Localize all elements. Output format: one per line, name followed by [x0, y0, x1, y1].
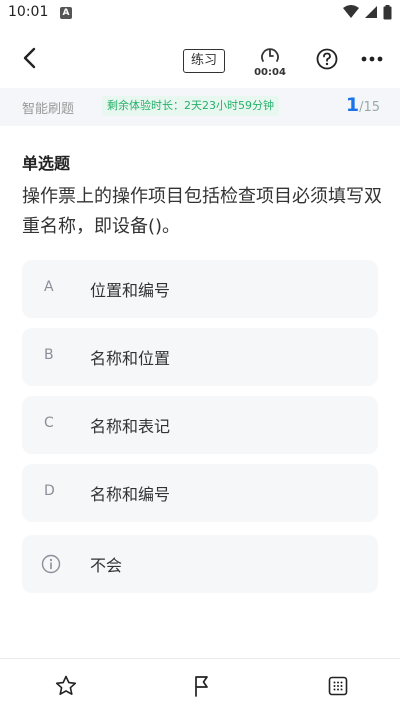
dont-know-option[interactable]: 不会 — [22, 535, 378, 593]
option-b[interactable]: B 名称和位置 — [22, 328, 378, 386]
more-button[interactable] — [360, 51, 384, 67]
header: 练习 00:04 — [0, 28, 400, 88]
option-d[interactable]: D 名称和编号 — [22, 464, 378, 522]
help-button[interactable] — [315, 47, 339, 71]
question-progress: 1/15 — [346, 94, 380, 116]
option-letter: C — [44, 415, 54, 431]
status-time: 10:01 — [8, 4, 49, 20]
total-questions: /15 — [359, 100, 380, 115]
mode-label: 智能刷题 — [22, 102, 75, 117]
back-button[interactable] — [14, 42, 46, 74]
option-letter: D — [44, 483, 55, 499]
timer-icon — [261, 48, 279, 62]
option-letter: B — [44, 347, 54, 363]
status-icons — [342, 5, 392, 21]
app-notification-icon: A — [60, 7, 72, 19]
wifi-icon — [342, 5, 359, 18]
back-arrow-icon — [23, 47, 36, 69]
timer[interactable]: 00:04 — [252, 45, 288, 79]
answer-sheet-icon — [328, 676, 348, 696]
answer-sheet-button[interactable] — [326, 674, 350, 698]
signal-icon — [364, 6, 377, 18]
option-text: 位置和编号 — [90, 281, 171, 300]
trial-time-badge: 剩余体验时长：2天23小时59分钟 — [102, 96, 279, 116]
info-bar: 智能刷题 剩余体验时长：2天23小时59分钟 1/15 — [0, 88, 400, 126]
bottom-toolbar — [0, 658, 400, 713]
question-text: 操作票上的操作项目包括检查项目必须填写双重名称，即设备()。 — [22, 186, 382, 237]
question-icon — [316, 48, 338, 70]
info-circle-icon — [41, 554, 61, 574]
option-c[interactable]: C 名称和表记 — [22, 396, 378, 454]
flag-icon — [195, 676, 208, 697]
star-icon — [55, 675, 77, 695]
favorite-button[interactable] — [54, 674, 78, 698]
status-bar: 10:01 A — [0, 0, 400, 28]
practice-mode-badge: 练习 — [183, 49, 225, 73]
question-type: 单选题 — [22, 154, 71, 173]
option-text: 名称和编号 — [90, 485, 171, 504]
option-a[interactable]: A 位置和编号 — [22, 260, 378, 318]
battery-icon — [383, 5, 392, 20]
mark-button[interactable] — [190, 674, 214, 698]
option-text: 名称和表记 — [90, 417, 171, 436]
timer-text: 00:04 — [254, 67, 286, 78]
option-text: 名称和位置 — [90, 349, 171, 368]
current-question-number: 1 — [345, 94, 360, 116]
dont-know-text: 不会 — [90, 556, 123, 575]
option-letter: A — [44, 279, 54, 295]
more-icon — [361, 56, 383, 62]
